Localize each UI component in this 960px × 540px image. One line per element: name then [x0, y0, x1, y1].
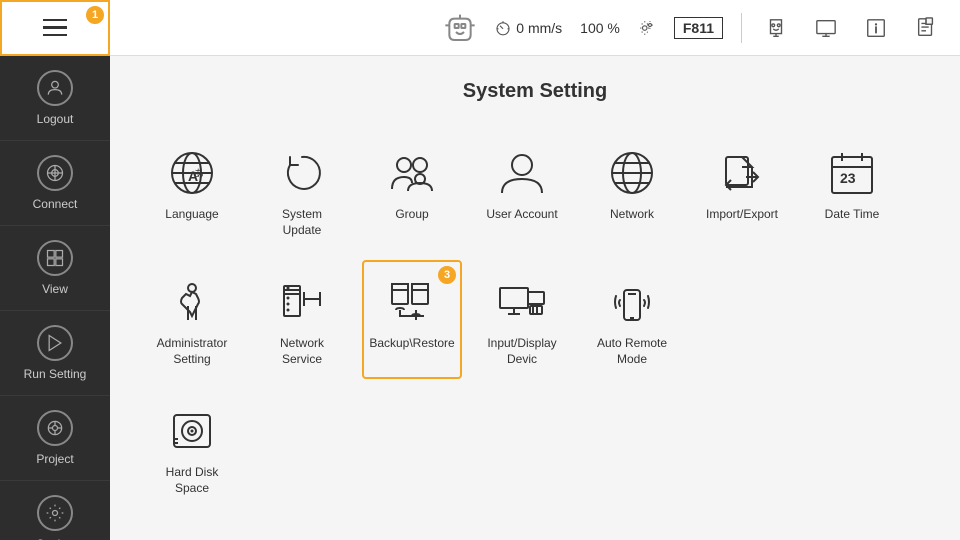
logout-icon [37, 70, 73, 106]
settings-grid: A あ Language System Update [142, 131, 928, 379]
view-label: View [42, 282, 68, 296]
hamburger-icon [43, 19, 67, 37]
doc-icon[interactable] [910, 12, 942, 44]
network-service-icon [276, 276, 328, 328]
run-setting-label: Run Setting [24, 367, 87, 381]
run-setting-icon [37, 325, 73, 361]
setting-network-service[interactable]: Network Service [252, 260, 352, 379]
import-export-icon [716, 147, 768, 199]
user-account-label: User Account [486, 207, 557, 223]
connect-icon [37, 155, 73, 191]
screen-icon[interactable] [810, 12, 842, 44]
settings-grid-2: Hard Disk Space [142, 389, 928, 508]
hard-disk-label: Hard Disk Space [152, 465, 232, 496]
user-account-icon [496, 147, 548, 199]
network-icon [606, 147, 658, 199]
setting-user-account[interactable]: User Account [472, 131, 572, 250]
main-layout: Logout Connect View [0, 56, 960, 540]
backup-restore-label: Backup\Restore [369, 336, 454, 352]
divider [741, 13, 742, 43]
topbar: 1 0 mm/s 100 % [0, 0, 960, 56]
date-time-label: Date Time [825, 207, 880, 223]
auto-remote-label: Auto Remote Mode [592, 336, 672, 367]
svg-text:あ: あ [194, 168, 204, 180]
setting-import-export[interactable]: Import/Export [692, 131, 792, 250]
speed-value: 0 mm/s [516, 20, 562, 36]
logout-label: Logout [37, 112, 74, 126]
sidebar-item-setting[interactable]: Setting [0, 481, 110, 540]
network-label: Network [610, 207, 654, 223]
toolbar-robot-icon[interactable] [760, 12, 792, 44]
sidebar-item-run-setting[interactable]: Run Setting [0, 311, 110, 396]
input-display-icon [496, 276, 548, 328]
topbar-right: 0 mm/s 100 % F811 [444, 12, 960, 44]
setting-network[interactable]: Network [582, 131, 682, 250]
setting-date-time[interactable]: 23 Date Time [802, 131, 902, 250]
setting-icon [37, 495, 73, 531]
setting-system-update[interactable]: System Update [252, 131, 352, 250]
group-label: Group [395, 207, 428, 223]
view-icon [37, 240, 73, 276]
sidebar-item-project[interactable]: Project [0, 396, 110, 481]
backup-restore-badge: 3 [438, 266, 456, 284]
speed-stat: 0 mm/s [494, 19, 562, 37]
setting-auto-remote[interactable]: Auto Remote Mode [582, 260, 682, 379]
robot-icon [444, 12, 476, 44]
setting-hard-disk[interactable]: Hard Disk Space [142, 389, 242, 508]
backup-restore-icon [386, 276, 438, 328]
svg-text:23: 23 [840, 170, 856, 186]
sidebar-item-view[interactable]: View [0, 226, 110, 311]
admin-icon [166, 276, 218, 328]
menu-button[interactable]: 1 [0, 0, 110, 56]
project-label: Project [36, 452, 73, 466]
percent-value: 100 % [580, 20, 620, 36]
system-update-icon [276, 147, 328, 199]
setting-admin[interactable]: Administrator Setting [142, 260, 242, 379]
project-icon [37, 410, 73, 446]
auto-remote-icon [606, 276, 658, 328]
menu-badge: 1 [86, 6, 104, 24]
info-icon[interactable] [860, 12, 892, 44]
group-icon [386, 147, 438, 199]
language-label: Language [165, 207, 218, 223]
setting-backup-restore[interactable]: Backup\Restore 3 [362, 260, 462, 379]
hard-disk-icon [166, 405, 218, 457]
page-title: System Setting [142, 80, 928, 103]
date-time-icon: 23 [826, 147, 878, 199]
system-update-label: System Update [262, 207, 342, 238]
sidebar-item-logout[interactable]: Logout [0, 56, 110, 141]
sidebar: Logout Connect View [0, 56, 110, 540]
setting-group[interactable]: Group [362, 131, 462, 250]
gear-icons [638, 19, 656, 37]
connect-label: Connect [33, 197, 78, 211]
import-export-label: Import/Export [706, 207, 778, 223]
content-area: System Setting A あ Language [110, 56, 960, 540]
setting-language[interactable]: A あ Language [142, 131, 242, 250]
network-service-label: Network Service [262, 336, 342, 367]
admin-label: Administrator Setting [152, 336, 232, 367]
percent-stat: 100 % [580, 20, 620, 36]
code-display: F811 [674, 17, 723, 39]
language-icon: A あ [166, 147, 218, 199]
input-display-label: Input/Display Devic [482, 336, 562, 367]
sidebar-item-connect[interactable]: Connect [0, 141, 110, 226]
setting-input-display[interactable]: Input/Display Devic [472, 260, 572, 379]
